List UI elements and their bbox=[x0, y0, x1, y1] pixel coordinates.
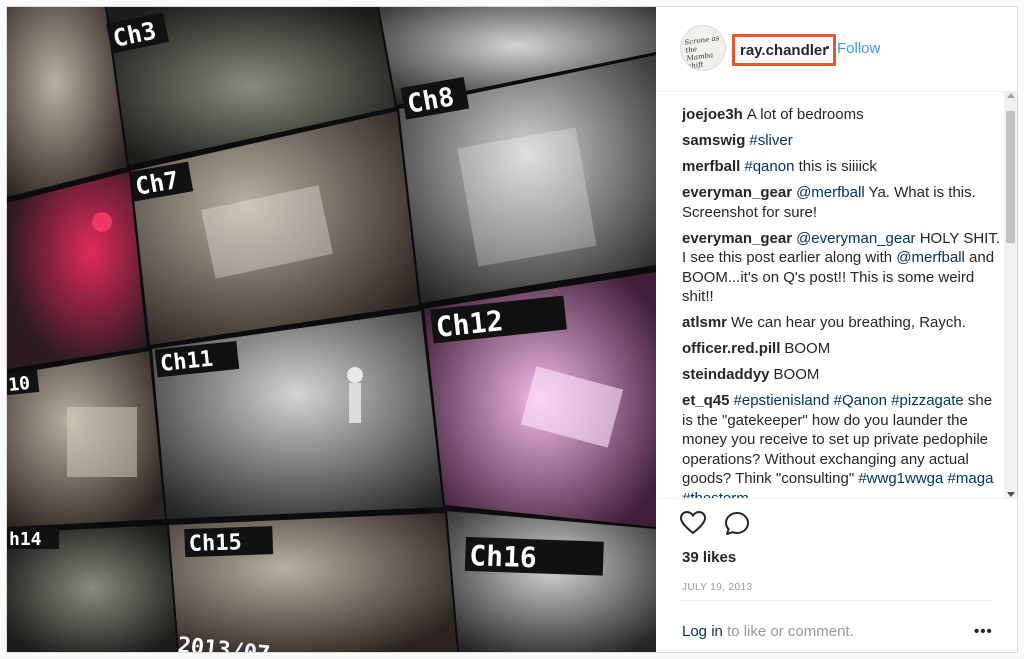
comment-hashtag-link[interactable]: @everyman_gear bbox=[796, 230, 915, 247]
login-prompt-text: to like or comment. bbox=[722, 623, 854, 640]
comment-bubble-icon[interactable] bbox=[724, 511, 750, 542]
comment-text: BOOM bbox=[784, 340, 831, 357]
separator-dot bbox=[826, 46, 829, 49]
comment-hashtag-link[interactable]: #sliver bbox=[749, 132, 792, 149]
likes-count[interactable]: 39 likes bbox=[682, 549, 736, 566]
comment-author[interactable]: joejoe3h bbox=[682, 106, 743, 123]
avatar-scrawl: Scrone as the Mamba shift bbox=[683, 34, 720, 71]
scroll-down-arrow-icon[interactable] bbox=[1007, 492, 1015, 497]
comment-hashtag-link[interactable]: #qanon bbox=[744, 158, 794, 175]
username-highlight-box: ray.chandler bbox=[732, 34, 837, 66]
comment-text: We can hear you breathing, Raych. bbox=[731, 314, 966, 331]
channel-label-ch14: h14 bbox=[9, 529, 42, 550]
comment-hashtag-link[interactable]: #epstienisland bbox=[734, 392, 830, 409]
channel-label-ch12: Ch12 bbox=[434, 304, 505, 344]
post-actions: 39 likes JULY 19, 2013 Log in to like or… bbox=[656, 498, 1017, 653]
comment-author[interactable]: atlsmr bbox=[682, 314, 727, 331]
post-image[interactable]: Ch3 Ch7 Ch8 Ch11 Ch12 10 h14 Ch15 Ch16 2… bbox=[7, 7, 656, 652]
heart-icon[interactable] bbox=[679, 510, 707, 540]
channel-label-10: 10 bbox=[7, 373, 31, 396]
post-frame: Ch3 Ch7 Ch8 Ch11 Ch12 10 h14 Ch15 Ch16 2… bbox=[6, 6, 1018, 653]
post-sidebar: Scrone as the Mamba shift ray.chandler F… bbox=[656, 7, 1017, 652]
comment-text: this is siiiick bbox=[794, 158, 877, 175]
comment-item: merfball #qanon this is siiiick bbox=[682, 157, 1004, 177]
avatar[interactable]: Scrone as the Mamba shift bbox=[680, 25, 726, 71]
comment-author[interactable]: merfball bbox=[682, 158, 740, 175]
comment-hashtag-link[interactable]: #wwg1wwga bbox=[858, 470, 943, 487]
comment-text: A lot of bedrooms bbox=[746, 106, 864, 123]
comment-item: everyman_gear @everyman_gear HOLY SHIT. I… bbox=[682, 229, 1004, 307]
comment-author[interactable]: steindaddyy bbox=[682, 366, 770, 383]
comment-hashtag-link[interactable]: #thestorm bbox=[682, 490, 749, 499]
comment-hashtag-link[interactable]: #maga bbox=[948, 470, 994, 487]
comment-hashtag-link[interactable]: @merfball bbox=[796, 184, 865, 201]
scroll-up-arrow-icon[interactable] bbox=[1007, 93, 1015, 98]
comment-author[interactable]: et_q45 bbox=[682, 392, 730, 409]
comment-author[interactable]: everyman_gear bbox=[682, 184, 792, 201]
cctv-monitor-grid: Ch3 Ch7 Ch8 Ch11 Ch12 10 h14 Ch15 Ch16 2… bbox=[7, 7, 656, 652]
comment-item: officer.red.pill BOOM bbox=[682, 339, 1004, 359]
channel-label-ch16: Ch16 bbox=[469, 539, 538, 574]
follow-button[interactable]: Follow bbox=[837, 40, 880, 57]
post-date: JULY 19, 2013 bbox=[682, 582, 753, 593]
comment-hashtag-link[interactable]: #Qanon bbox=[834, 392, 887, 409]
comment-item: et_q45 #epstienisland #Qanon #pizzagate s… bbox=[682, 391, 1004, 498]
comment-item: everyman_gear @merfball Ya. What is this.… bbox=[682, 183, 1004, 222]
comment-author[interactable]: samswig bbox=[682, 132, 745, 149]
comments-list[interactable]: joejoe3h A lot of bedrooms samswig #sliver m… bbox=[682, 105, 1004, 498]
comment-hashtag-link[interactable]: @merfball bbox=[896, 249, 965, 266]
channel-label-ch15: Ch15 bbox=[188, 530, 242, 557]
comment-item: steindaddyy BOOM bbox=[682, 365, 1004, 385]
comment-item: samswig #sliver bbox=[682, 131, 1004, 151]
more-options-button[interactable]: ••• bbox=[974, 623, 993, 640]
username-link[interactable]: ray.chandler bbox=[740, 42, 828, 59]
post-header: Scrone as the Mamba shift ray.chandler F… bbox=[656, 7, 1017, 92]
scrollbar-thumb[interactable] bbox=[1006, 111, 1015, 243]
comment-author[interactable]: everyman_gear bbox=[682, 230, 792, 247]
comment-item: atlsmr We can hear you breathing, Raych. bbox=[682, 313, 1004, 333]
comment-text: BOOM bbox=[773, 366, 820, 383]
divider bbox=[680, 600, 993, 601]
comment-item: joejoe3h A lot of bedrooms bbox=[682, 105, 1004, 125]
login-link[interactable]: Log in bbox=[682, 623, 723, 640]
comment-author[interactable]: officer.red.pill bbox=[682, 340, 780, 357]
login-prompt: Log in to like or comment. bbox=[682, 623, 854, 640]
comment-hashtag-link[interactable]: #pizzagate bbox=[891, 392, 964, 409]
comments-scrollbar[interactable] bbox=[1004, 91, 1017, 499]
